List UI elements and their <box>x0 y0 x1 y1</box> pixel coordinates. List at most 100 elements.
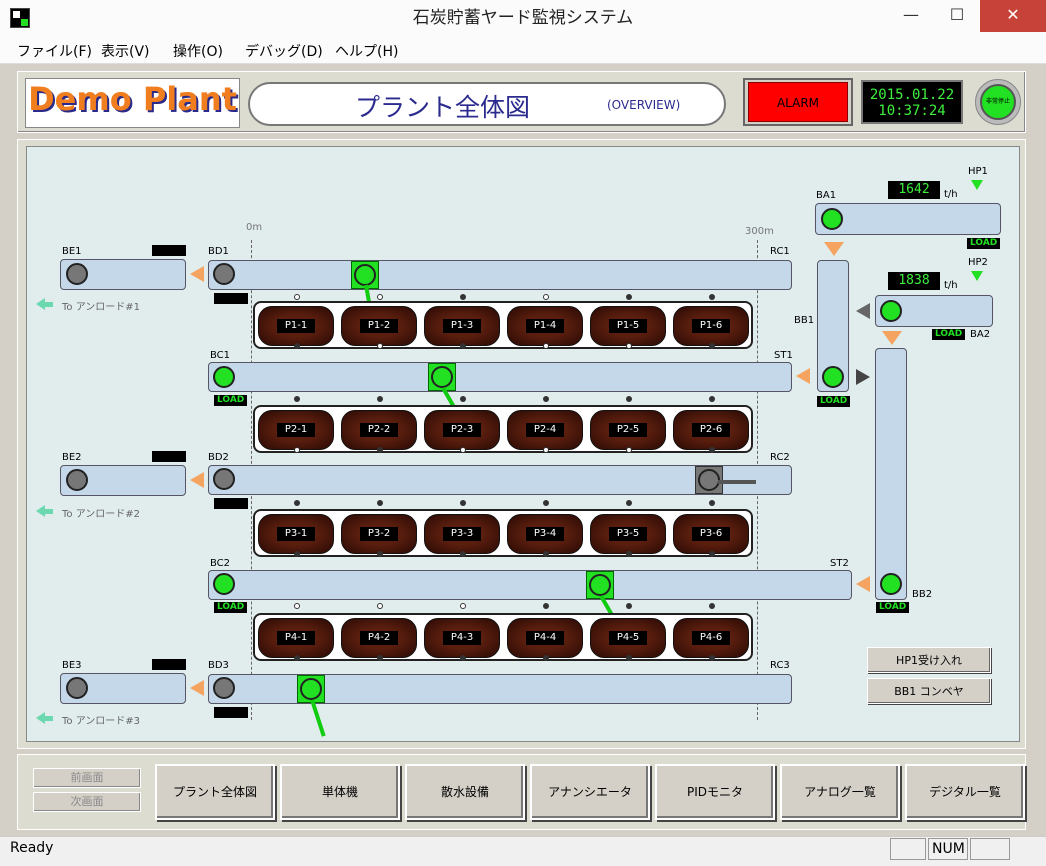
ba2-flow-value: 1838 <box>888 272 940 290</box>
ba1-motor[interactable] <box>821 208 843 230</box>
pile-label: P2-6 <box>692 423 730 437</box>
bd2-motor[interactable] <box>213 468 235 490</box>
screen-subtitle: (OVERVIEW) <box>607 98 681 112</box>
ba2-load: LOAD <box>932 329 966 340</box>
menu-help[interactable]: ヘルプ(H) <box>335 41 398 61</box>
hp1-receive-button[interactable]: HP1受け入れ <box>867 647 991 673</box>
bd3-status <box>214 707 248 718</box>
bd3-motor[interactable] <box>213 677 235 699</box>
alarm-indicator[interactable]: ALARM <box>748 82 848 122</box>
menu-operation[interactable]: 操作(O) <box>173 41 223 61</box>
rc2-boom <box>718 480 756 484</box>
bc1-load: LOAD <box>214 395 248 406</box>
be3-motor[interactable] <box>66 677 88 699</box>
rc1-reclaimer-indicator <box>354 264 376 286</box>
to-unload-1-icon <box>36 298 45 310</box>
pile-label: P3-2 <box>360 527 398 541</box>
sensor-dot <box>460 603 466 609</box>
bb2-load: LOAD <box>876 602 910 613</box>
prev-screen-button[interactable]: 前画面 <box>33 768 141 788</box>
conveyor-rc3[interactable] <box>208 674 792 704</box>
bd1-motor[interactable] <box>213 263 235 285</box>
conveyor-st1[interactable] <box>208 362 792 392</box>
ba2-motor[interactable] <box>880 300 902 322</box>
close-button[interactable]: ✕ <box>980 0 1046 32</box>
bc1-motor[interactable] <box>213 366 235 388</box>
bc2-motor[interactable] <box>213 573 235 595</box>
ba2-flow-unit: t/h <box>944 280 958 291</box>
label-be3: BE3 <box>62 660 82 671</box>
scale-start: 0m <box>246 222 263 233</box>
pile-label: P1-4 <box>526 319 564 333</box>
to-unload-3-icon <box>36 712 45 724</box>
nav-pid-monitor[interactable]: PIDモニタ <box>655 764 775 820</box>
ba1-load: LOAD <box>967 238 1001 249</box>
conveyor-bb2[interactable] <box>875 348 907 600</box>
sensor-dot <box>543 343 549 349</box>
be2-flow-arrow <box>190 472 204 488</box>
sensor-dot <box>709 500 715 506</box>
conveyor-rc1[interactable] <box>208 260 792 290</box>
pile-label: P2-1 <box>277 423 315 437</box>
pile-label: P4-6 <box>692 631 730 645</box>
sensor-dot <box>460 500 466 506</box>
pile-label: P2-4 <box>526 423 564 437</box>
pile-label: P4-4 <box>526 631 564 645</box>
menu-debug[interactable]: デバッグ(D) <box>245 41 323 61</box>
pile-label: P1-2 <box>360 319 398 333</box>
bb1-flow-arrow <box>856 369 870 385</box>
status-pane-scroll <box>970 838 1010 860</box>
menu-view[interactable]: 表示(V) <box>101 41 150 61</box>
maximize-button[interactable]: ☐ <box>934 0 980 32</box>
conveyor-st2[interactable] <box>208 570 852 600</box>
pile-label: P1-5 <box>609 319 647 333</box>
clock-time: 10:37:24 <box>878 103 946 119</box>
nav-analog-list[interactable]: アナログ一覧 <box>780 764 900 820</box>
nav-sprinkler[interactable]: 散水設備 <box>405 764 525 820</box>
pile-label: P2-3 <box>443 423 481 437</box>
menu-file[interactable]: ファイル(F) <box>17 41 92 61</box>
clock-display: 2015.01.22 10:37:24 <box>861 80 963 124</box>
nav-annunciator[interactable]: アナンシエータ <box>530 764 650 820</box>
pile-label: P1-6 <box>692 319 730 333</box>
logo: Demo Plant <box>28 80 237 118</box>
sensor-dot <box>626 603 632 609</box>
pile-label: P4-3 <box>443 631 481 645</box>
label-ba2: BA2 <box>970 329 991 340</box>
label-bc2: BC2 <box>210 558 231 569</box>
sensor-dot <box>460 551 466 557</box>
sensor-dot <box>626 294 632 300</box>
hp2-indicator[interactable] <box>971 271 983 281</box>
sensor-dot <box>377 343 383 349</box>
status-pane-caps <box>890 838 926 860</box>
sensor-dot <box>543 551 549 557</box>
rc3-reclaimer-indicator <box>300 678 322 700</box>
be1-motor[interactable] <box>66 263 88 285</box>
pile-label: P1-3 <box>443 319 481 333</box>
hp1-indicator[interactable] <box>971 180 983 190</box>
sensor-dot <box>377 294 383 300</box>
status-text: Ready <box>10 840 54 856</box>
bb1-conveyor-button[interactable]: BB1 コンベヤ <box>867 678 991 704</box>
nav-plant-overview[interactable]: プラント全体図 <box>155 764 275 820</box>
sensor-dot <box>294 447 300 453</box>
nav-unit[interactable]: 単体機 <box>280 764 400 820</box>
bb2-motor[interactable] <box>880 573 902 595</box>
st2-flow-arrow <box>856 576 870 592</box>
pile-label: P4-1 <box>277 631 315 645</box>
sensor-dot <box>460 343 466 349</box>
sensor-dot <box>377 603 383 609</box>
ba1-flow-unit: t/h <box>944 189 958 200</box>
nav-digital-list[interactable]: デジタル一覧 <box>905 764 1025 820</box>
be2-status <box>152 451 186 462</box>
to-unload-1: To アンロード#1 <box>62 302 141 313</box>
next-screen-button[interactable]: 次画面 <box>33 792 141 812</box>
to-unload-2: To アンロード#2 <box>62 509 141 520</box>
bb1-motor[interactable] <box>822 366 844 388</box>
to-unload-3-tail <box>45 716 53 721</box>
minimize-button[interactable]: — <box>888 0 934 32</box>
be2-motor[interactable] <box>66 469 88 491</box>
emergency-stop-button[interactable]: 非常停止 <box>980 84 1016 120</box>
sensor-dot <box>626 500 632 506</box>
to-unload-1-tail <box>45 302 53 307</box>
